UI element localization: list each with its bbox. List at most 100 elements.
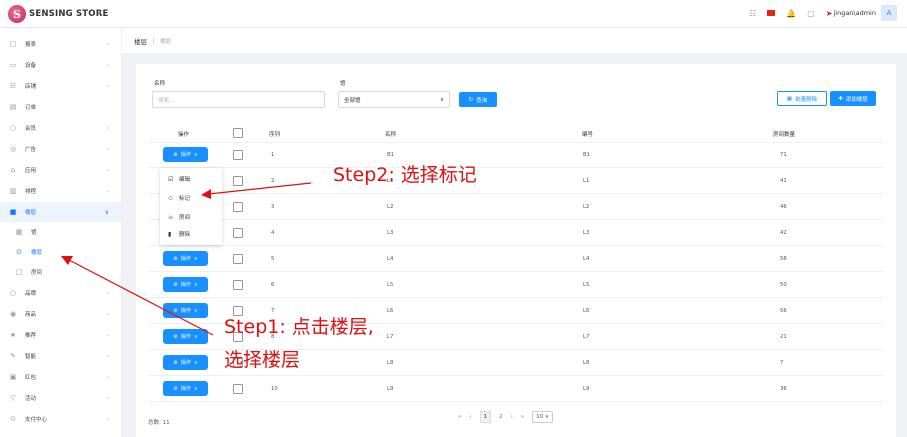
- sidebar-item-schedule[interactable]: ▥ 排程 ›: [0, 181, 122, 201]
- row-checkbox[interactable]: [233, 150, 243, 160]
- sidebar-item-label: 报表: [25, 42, 37, 48]
- operation-button[interactable]: ⚙ 操作 ∨: [163, 277, 208, 292]
- operation-button[interactable]: ⚙ 操作 ∨: [163, 251, 208, 266]
- sidebar-item-floor-group[interactable]: ■ 楼层 ∨: [0, 202, 122, 222]
- flag-cn-icon[interactable]: [767, 10, 776, 16]
- user-menu[interactable]: ➤ jingan\admin A: [826, 5, 897, 21]
- cell-rooms: 7: [780, 360, 784, 366]
- last-page-button[interactable]: »: [521, 414, 524, 420]
- menu-item-label: 标记: [179, 196, 191, 202]
- chevron-right-icon: ›: [106, 373, 109, 381]
- sidebar-item-ad[interactable]: ◎ 广告 ›: [0, 139, 122, 159]
- row-checkbox[interactable]: [233, 254, 243, 264]
- first-page-button[interactable]: «: [458, 414, 461, 420]
- sidebar-item-app[interactable]: ⌂ 应用 ›: [0, 160, 122, 180]
- sidebar-item-label: 推荐: [25, 333, 37, 339]
- sidebar-item-pay[interactable]: ⊙ 支付中心 ›: [0, 409, 122, 429]
- sidebar-item-label: 支付中心: [25, 417, 48, 423]
- row-divider: [148, 401, 884, 402]
- operation-button-label: 操作: [180, 334, 191, 340]
- bell-icon[interactable]: 🔔: [786, 9, 796, 18]
- redpacket-icon: ▣: [9, 373, 17, 381]
- logo[interactable]: S SENSING STORE: [8, 5, 108, 23]
- cell-rooms: 50: [780, 282, 787, 288]
- chevron-down-icon: ∨: [193, 151, 198, 158]
- cell-rooms: 41: [780, 178, 787, 184]
- operation-button[interactable]: ⚙ 操作 ∨: [163, 381, 208, 396]
- sidebar-item-label: 楼层: [25, 210, 37, 216]
- sidebar-item-goods[interactable]: ◉ 商品 ›: [0, 304, 122, 324]
- step1-annotation-line2: 选择楼层: [224, 349, 301, 371]
- query-button[interactable]: ↻ 查询: [459, 92, 497, 107]
- name-search-input[interactable]: 搜索...: [152, 91, 325, 108]
- operation-button[interactable]: ⚙ 操作 ∨: [163, 355, 208, 370]
- cell-name: B1: [387, 152, 395, 158]
- chevron-down-icon: ∨: [193, 281, 198, 288]
- sidebar-item-smart[interactable]: ✎ 智能 ›: [0, 346, 122, 366]
- hall-select[interactable]: 全部馆 ∨: [338, 91, 450, 108]
- page-size-select[interactable]: 10 ∨: [532, 411, 553, 423]
- sidebar-item-room[interactable]: □ 房间: [0, 262, 122, 282]
- add-floor-button[interactable]: ✚ 添加楼层: [830, 91, 876, 106]
- chevron-down-icon: ∨: [104, 208, 109, 216]
- page-2-button[interactable]: 2: [499, 414, 503, 420]
- sidebar-item-recommend[interactable]: ★ 推荐 ›: [0, 325, 122, 345]
- sidebar-item-hall[interactable]: ▦ 馆: [0, 222, 122, 242]
- operation-button-label: 操作: [180, 256, 191, 262]
- chevron-right-icon: ›: [106, 124, 109, 132]
- breadcrumb-sub[interactable]: 楼层: [160, 37, 171, 45]
- row-checkbox[interactable]: [233, 384, 243, 394]
- chevron-right-icon: ›: [106, 289, 109, 297]
- operation-button[interactable]: ⚙ 操作 ∨: [163, 147, 208, 162]
- menu-item-delete[interactable]: ▮ 删除: [168, 230, 190, 239]
- menu-item-mark[interactable]: ⊙ 标记: [168, 194, 191, 203]
- menu-item-edit[interactable]: ☑ 编辑: [168, 175, 190, 184]
- brush-icon: ✎: [10, 352, 16, 360]
- prev-page-button[interactable]: ‹: [469, 414, 471, 420]
- sidebar-item-order[interactable]: ▤ 订单: [0, 97, 122, 117]
- col-header-op: 操作: [178, 132, 190, 138]
- row-divider: [148, 193, 884, 194]
- sidebar-item-activity[interactable]: ▽ 活动 ›: [0, 388, 122, 408]
- menu-item-room[interactable]: ≡ 房间: [168, 213, 190, 222]
- operation-button-label: 操作: [180, 152, 191, 158]
- row-checkbox[interactable]: [233, 280, 243, 290]
- cell-code: L7: [583, 334, 590, 340]
- cell-name: L9: [387, 386, 394, 392]
- sidebar-item-device[interactable]: ▭ 设备 ›: [0, 55, 122, 75]
- sidebar-item-member[interactable]: ○ 会员 ›: [0, 118, 122, 138]
- chevron-left-icon[interactable]: ‹: [97, 7, 101, 20]
- batch-delete-button[interactable]: ▦ 批量删除: [777, 91, 827, 106]
- plus-icon: ✚: [838, 95, 843, 102]
- chevron-down-icon: ∨: [193, 385, 198, 392]
- sidebar-item-store[interactable]: ☷ 店铺 ›: [0, 76, 122, 96]
- row-checkbox[interactable]: [233, 176, 243, 186]
- sidebar-item-brand[interactable]: ○ 品牌 ›: [0, 283, 122, 303]
- next-page-button[interactable]: ›: [511, 414, 513, 420]
- cell-code: L6: [583, 308, 590, 314]
- chevron-right-icon: ›: [106, 166, 109, 174]
- sidebar-item-report[interactable]: □ 报表 ›: [0, 34, 122, 54]
- row-checkbox[interactable]: [233, 228, 243, 238]
- cell-seq: 6: [271, 282, 275, 288]
- filter-icon[interactable]: ☷: [749, 9, 756, 18]
- sidebar-item-label: 智能: [25, 354, 37, 360]
- operation-dropdown-menu: ☑ 编辑 ⊙ 标记 ≡ 房间 ▮ 删除: [160, 168, 222, 245]
- ad-icon: ◎: [9, 145, 17, 153]
- mark-icon: ⊙: [168, 194, 174, 202]
- avatar[interactable]: A: [881, 5, 897, 21]
- chevron-down-icon: ∨: [193, 333, 198, 340]
- header-divider: [148, 142, 884, 143]
- sidebar-item-redpacket[interactable]: ▣ 红包 ›: [0, 367, 122, 387]
- name-filter-label: 名称: [154, 81, 166, 87]
- row-checkbox[interactable]: [233, 202, 243, 212]
- select-all-checkbox[interactable]: [233, 128, 243, 138]
- message-icon[interactable]: ▢: [807, 9, 815, 18]
- cell-code: L3: [583, 230, 590, 236]
- sidebar-item-floor[interactable]: ⊙ 楼层: [0, 242, 122, 262]
- operation-button[interactable]: ⚙ 操作 ∨: [163, 329, 208, 344]
- chevron-right-icon: ›: [106, 82, 109, 90]
- chevron-right-icon: ›: [106, 61, 109, 69]
- operation-button[interactable]: ⚙ 操作 ∨: [163, 303, 208, 318]
- page-1-button[interactable]: 1: [479, 411, 492, 423]
